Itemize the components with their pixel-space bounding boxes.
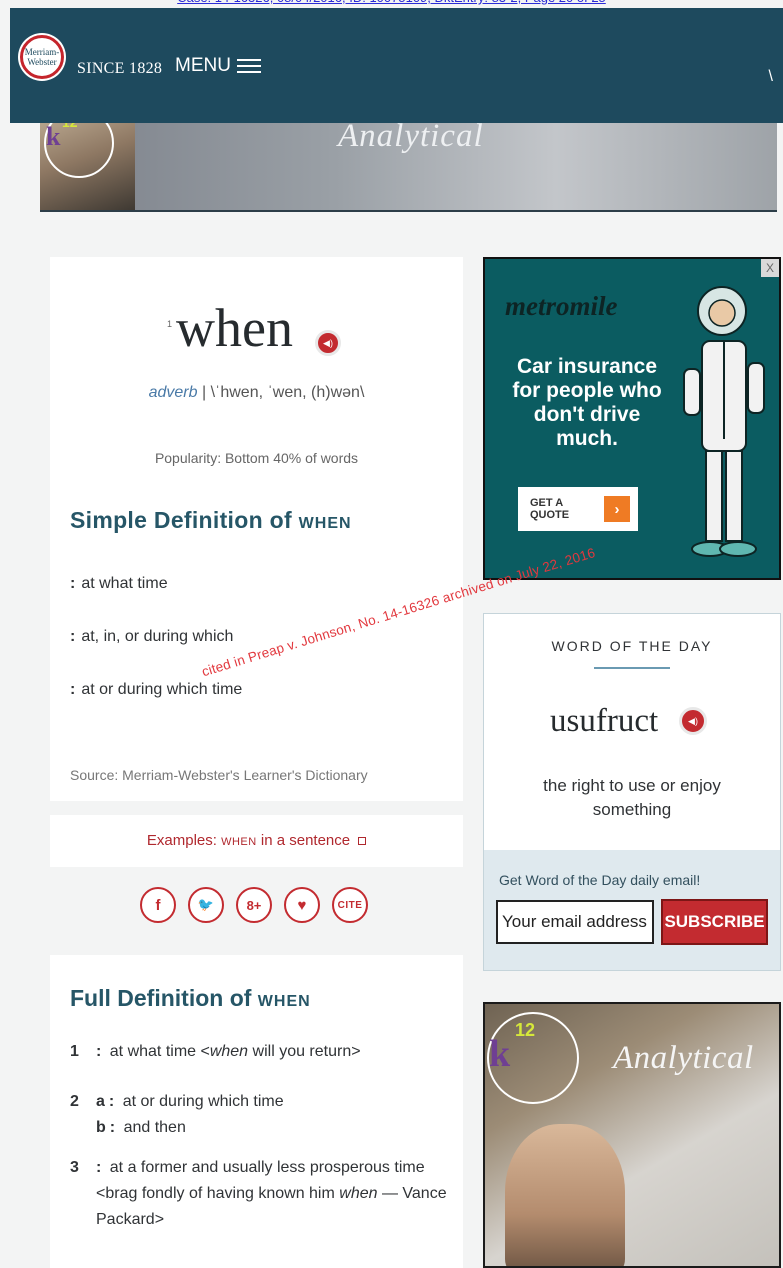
ad-brand-logo: metromile: [505, 291, 618, 321]
part-of-speech[interactable]: adverb: [149, 384, 198, 401]
speaker-icon[interactable]: ◀): [679, 707, 707, 735]
favorite-heart-icon[interactable]: ♥: [284, 887, 320, 923]
word-of-the-day-widget: WORD OF THE DAY usufruct ◀) the right to…: [483, 613, 781, 971]
sense-number: 2: [70, 1093, 79, 1110]
simple-definition-item: : at what time: [70, 575, 168, 592]
k12-logo-icon: k12: [487, 1012, 579, 1104]
wotd-signup-form: Get Word of the Day daily email! Your em…: [484, 850, 780, 970]
popularity-text: Popularity: Bottom 40% of words: [154, 450, 359, 466]
wotd-signup-label: Get Word of the Day daily email!: [499, 872, 701, 888]
expand-icon: [358, 837, 367, 846]
metromile-ad[interactable]: X metromile Car insurance for people who…: [483, 257, 781, 580]
pronunciation: \ˈhwen, ˈwen, (h)wən\: [210, 384, 365, 401]
speaker-icon[interactable]: ◀): [315, 330, 341, 356]
hamburger-icon: [236, 58, 261, 74]
sense-definition: : at what time <when will you return>: [96, 1043, 361, 1060]
definition-source: Source: Merriam-Webster's Learner's Dict…: [70, 767, 368, 783]
wotd-title: WORD OF THE DAY: [551, 638, 713, 654]
sense-number: 3: [70, 1159, 79, 1176]
since-1828-label: SINCE 1828: [77, 60, 163, 77]
menu-label: MENU: [175, 55, 231, 76]
get-quote-button[interactable]: GET A QUOTE ›: [518, 487, 638, 531]
ad-headline: Analytical: [613, 1040, 754, 1076]
email-field[interactable]: Your email address: [496, 900, 654, 944]
simple-definition-item: : at, in, or during which: [70, 628, 234, 645]
share-bar: f 🐦 8+ ♥ CITE: [140, 887, 368, 923]
pos-separator: |: [201, 384, 207, 401]
google-plus-icon[interactable]: 8+: [236, 887, 272, 923]
full-definition-card: Full Definition of WHEN 1 : at what time…: [50, 955, 463, 1268]
sense-definition: : at a former and usually less prosperou…: [96, 1159, 447, 1228]
simple-definition-heading: Simple Definition of WHEN: [70, 507, 352, 533]
site-header: Merriam- Webster SINCE 1828 MENU \: [10, 8, 783, 123]
full-definition-heading: Full Definition of WHEN: [70, 985, 311, 1011]
facebook-icon[interactable]: f: [140, 887, 176, 923]
homograph-number: 1: [167, 319, 173, 329]
ad-copy: Car insurance for people who don't drive…: [512, 355, 662, 450]
cite-button[interactable]: CITE: [332, 887, 368, 923]
logo-line-1: Merriam-: [24, 47, 60, 57]
headword: when: [176, 298, 293, 358]
side-banner-ad[interactable]: k 12 Analytical: [483, 1002, 781, 1268]
sense-definition: a: at or during which time b: and then: [96, 1093, 284, 1136]
chevron-right-icon: ›: [604, 496, 630, 522]
astronaut-illustration: [683, 286, 765, 557]
wotd-divider: [594, 667, 670, 669]
menu-button[interactable]: MENU: [175, 55, 261, 77]
examples-toggle[interactable]: Examples: WHEN in a sentence: [50, 815, 463, 867]
twitter-icon[interactable]: 🐦: [188, 887, 224, 923]
wotd-word[interactable]: usufruct: [550, 703, 658, 740]
ad-photo: [505, 1124, 625, 1266]
banner-headline: Analytical: [338, 118, 484, 154]
part-of-speech-line: adverb | \ˈhwen, ˈwen, (h)wən\: [50, 384, 463, 402]
wotd-definition: the right to use or enjoy something: [543, 776, 721, 819]
merriam-webster-logo[interactable]: Merriam- Webster: [20, 35, 64, 79]
sense-number: 1: [70, 1043, 79, 1060]
logo-line-2: Webster: [27, 57, 57, 67]
word-entry-card: 1 when ◀) adverb | \ˈhwen, ˈwen, (h)wən\…: [50, 257, 463, 801]
get-quote-label: GET A QUOTE: [530, 497, 570, 521]
ad-close-icon[interactable]: X: [761, 259, 779, 277]
header-edge-mark: \: [768, 68, 773, 85]
case-header-link[interactable]: Case: 14-16326, 08/04/2016, ID: 10075109…: [0, 0, 783, 10]
simple-definition-item: : at or during which time: [70, 681, 243, 698]
subscribe-button[interactable]: SUBSCRIBE: [661, 899, 768, 945]
